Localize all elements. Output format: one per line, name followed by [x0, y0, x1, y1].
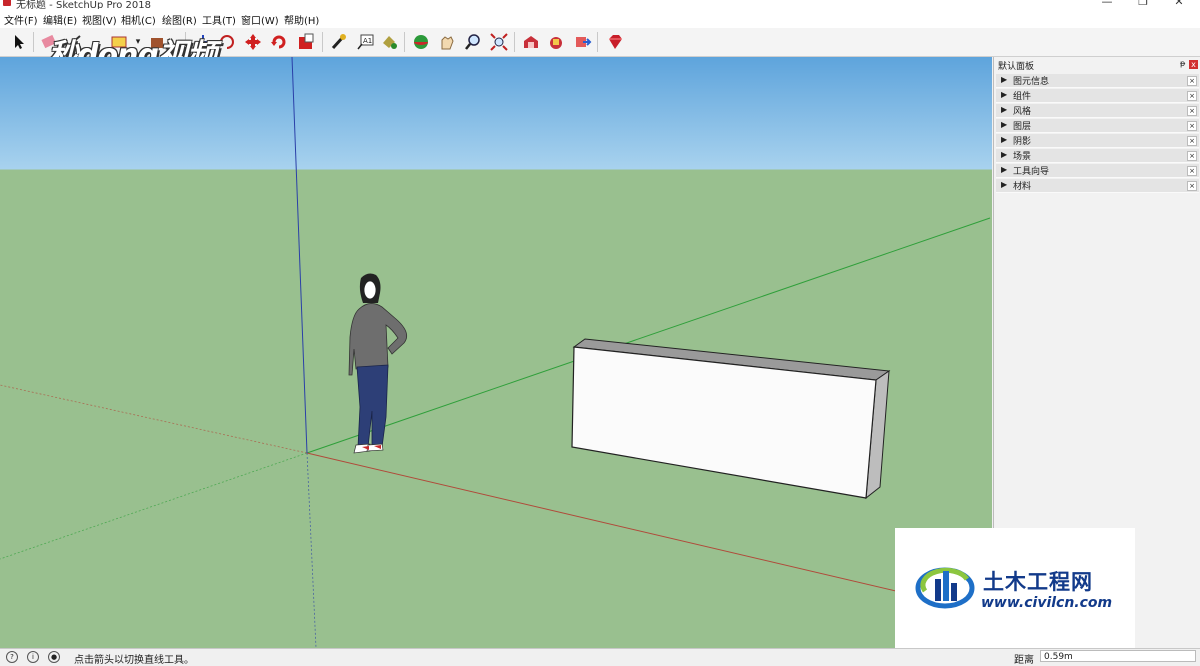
scale-icon[interactable]	[295, 31, 317, 53]
panel-components[interactable]: ▶ 组件 ×	[996, 89, 1199, 103]
panel-label: 场景	[1013, 152, 1032, 162]
tape-measure-icon[interactable]	[328, 31, 350, 53]
restore-button[interactable]: ❐	[1128, 0, 1158, 8]
panel-close-icon[interactable]: ×	[1187, 91, 1197, 101]
viewport-drawing	[0, 57, 991, 648]
sketchup-app-icon	[3, 0, 11, 6]
panel-close-icon[interactable]: ×	[1187, 136, 1197, 146]
refresh-rotate-icon[interactable]	[268, 31, 290, 53]
geo-location-icon[interactable]: ?	[6, 651, 18, 663]
tray-title: 默认面板	[998, 62, 1035, 72]
title-bar: 无标题 - SketchUp Pro 2018 — ❐ ✕	[0, 0, 1200, 11]
menu-camera[interactable]: 相机(C)	[121, 12, 156, 27]
panel-instructor[interactable]: ▶ 工具向导 ×	[996, 164, 1199, 178]
extension-icon[interactable]	[545, 31, 567, 53]
rotate-icon[interactable]	[216, 31, 238, 53]
panel-close-icon[interactable]: ×	[1187, 76, 1197, 86]
expand-arrow-icon: ▶	[1001, 90, 1008, 99]
logo-url: www.civilcn.com	[981, 595, 1113, 611]
panel-label: 组件	[1013, 92, 1032, 102]
red-axis-dotted	[0, 384, 308, 454]
status-message: 点击箭头以切换直线工具。	[74, 655, 194, 666]
menu-file[interactable]: 文件(F)	[4, 12, 38, 27]
model-viewport[interactable]	[0, 57, 992, 648]
info-icon[interactable]: i	[27, 651, 39, 663]
panel-label: 图层	[1013, 122, 1032, 132]
box-model[interactable]	[571, 338, 891, 500]
expand-arrow-icon: ▶	[1001, 180, 1008, 189]
menu-help[interactable]: 帮助(H)	[284, 12, 319, 27]
site-logo-overlay: 土木工程网 www.civilcn.com	[895, 528, 1135, 648]
person-figure[interactable]	[348, 273, 408, 454]
civilcn-logo-icon	[915, 567, 975, 609]
blue-axis-dotted	[306, 452, 317, 648]
expand-arrow-icon: ▶	[1001, 165, 1008, 174]
panel-close-icon[interactable]: ×	[1187, 106, 1197, 116]
panel-shadows[interactable]: ▶ 阴影 ×	[996, 134, 1199, 148]
zoom-icon[interactable]	[462, 31, 484, 53]
status-bar: ? i ● 点击箭头以切换直线工具。 距离 0.59m	[0, 648, 1200, 666]
orbit-icon[interactable]	[410, 31, 432, 53]
panel-close-icon[interactable]: ×	[1187, 121, 1197, 131]
menu-window[interactable]: 窗口(W)	[241, 12, 279, 27]
measurements-input[interactable]: 0.59m	[1040, 650, 1196, 662]
logo-name: 土木工程网	[983, 570, 1093, 594]
text-icon[interactable]: A1	[354, 31, 376, 53]
blue-axis-line	[291, 57, 308, 454]
select-icon[interactable]	[8, 31, 30, 53]
tray-close-button[interactable]: x	[1189, 60, 1198, 69]
zoom-extents-icon[interactable]	[488, 31, 510, 53]
user-icon[interactable]: ●	[48, 651, 60, 663]
expand-arrow-icon: ▶	[1001, 150, 1008, 159]
tray-header: 默认面板 ᵽ x	[994, 58, 1200, 72]
pan-icon[interactable]	[436, 31, 458, 53]
panel-label: 工具向导	[1013, 167, 1050, 177]
menu-edit[interactable]: 编辑(E)	[43, 12, 77, 27]
svg-text:A1: A1	[363, 37, 372, 45]
panel-label: 材料	[1013, 182, 1032, 192]
minimize-button[interactable]: —	[1092, 0, 1122, 8]
panel-styles[interactable]: ▶ 风格 ×	[996, 104, 1199, 118]
share-icon[interactable]	[572, 31, 594, 53]
move-cross-icon[interactable]	[242, 31, 264, 53]
panel-close-icon[interactable]: ×	[1187, 151, 1197, 161]
green-axis-dotted	[0, 452, 308, 560]
expand-arrow-icon: ▶	[1001, 135, 1008, 144]
menu-tools[interactable]: 工具(T)	[202, 12, 236, 27]
menu-draw[interactable]: 绘图(R)	[162, 12, 197, 27]
panel-label: 图元信息	[1013, 77, 1050, 87]
panel-entity-info[interactable]: ▶ 图元信息 ×	[996, 74, 1199, 88]
expand-arrow-icon: ▶	[1001, 105, 1008, 114]
expand-arrow-icon: ▶	[1001, 75, 1008, 84]
close-button[interactable]: ✕	[1164, 0, 1194, 8]
menu-view[interactable]: 视图(V)	[82, 12, 117, 27]
measurements-label: 距离	[1014, 655, 1034, 666]
panel-close-icon[interactable]: ×	[1187, 181, 1197, 191]
warehouse-icon[interactable]	[520, 31, 542, 53]
panel-label: 阴影	[1013, 137, 1032, 147]
panel-label: 风格	[1013, 107, 1032, 117]
menu-bar: 文件(F) 编辑(E) 视图(V) 相机(C) 绘图(R) 工具(T) 窗口(W…	[0, 9, 1200, 28]
panel-scenes[interactable]: ▶ 场景 ×	[996, 149, 1199, 163]
expand-arrow-icon: ▶	[1001, 120, 1008, 129]
paint-bucket-icon[interactable]	[378, 31, 400, 53]
panel-materials[interactable]: ▶ 材料 ×	[996, 179, 1199, 193]
panel-close-icon[interactable]: ×	[1187, 166, 1197, 176]
ruby-icon[interactable]	[604, 31, 626, 53]
pin-icon[interactable]: ᵽ	[1180, 59, 1185, 68]
panel-layers[interactable]: ▶ 图层 ×	[996, 119, 1199, 133]
